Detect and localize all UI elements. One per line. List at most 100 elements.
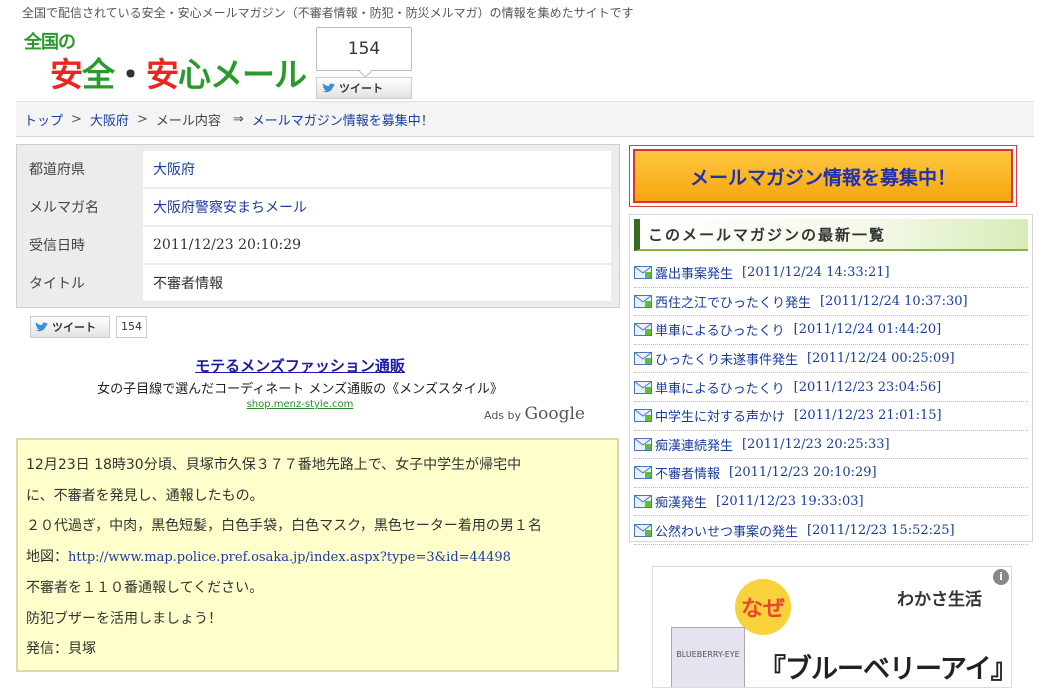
mail-icon	[634, 466, 652, 480]
ads-by-google[interactable]: Ads by Google	[484, 404, 585, 424]
latest-item-title: 中学生に対する声かけ	[655, 410, 786, 426]
magazine-link[interactable]: 大阪府警察安まちメール	[153, 197, 307, 217]
latest-item[interactable]: ひったくり未遂事件発生 [2011/12/24 00:25:09]	[634, 345, 1028, 374]
logo-line2: 安全・安心メール	[50, 55, 307, 94]
latest-item[interactable]: 不審者情報 [2011/12/23 20:10:29]	[634, 459, 1028, 488]
latest-item-title: 痴漢発生	[655, 496, 708, 512]
info-icon[interactable]: i	[993, 569, 1009, 585]
latest-item-date: [2011/12/23 20:10:29]	[729, 465, 877, 481]
latest-item-title: 単車によるひったくり	[655, 381, 785, 397]
tweet-button[interactable]: ツイート	[316, 77, 412, 99]
latest-item-date: [2011/12/24 14:33:21]	[742, 265, 890, 281]
latest-item-date: [2011/12/24 01:44:20]	[793, 322, 942, 338]
latest-item-title: 痴漢連続発生	[655, 438, 734, 454]
latest-item-date: [2011/12/23 19:33:03]	[716, 494, 864, 510]
product-package: BLUEBERRY-EYE	[671, 627, 745, 687]
mail-icon	[634, 380, 652, 394]
breadcrumb-osaka[interactable]: 大阪府	[90, 110, 129, 129]
latest-item-title: 公然わいせつ事案の発生	[655, 524, 799, 540]
breadcrumb-recruit-link[interactable]: メールマガジン情報を募集中！	[252, 110, 434, 129]
info-row-prefecture: 都道府県 大阪府	[25, 151, 611, 187]
latest-item-date: [2011/12/23 23:04:56]	[793, 379, 942, 395]
breadcrumb-current: メール内容	[155, 113, 221, 129]
latest-item[interactable]: 西住之江でひったくり発生 [2011/12/24 10:37:30]	[634, 288, 1028, 317]
latest-item-date: [2011/12/24 10:37:30]	[820, 293, 968, 309]
site-tagline: 全国で配信されている安全・安心メールマガジン（不審者情報・防犯・防災メルマガ）の…	[22, 6, 634, 20]
ad-description: 女の子目線で選んだコーディネート メンズ通販の《メンズスタイル》	[97, 382, 503, 397]
message-line: ２０代過ぎ，中肉，黒色短髪，白色手袋，白色マスク，黒色セーター着用の男１名	[26, 518, 542, 534]
tweet-count: 154	[116, 316, 147, 338]
mail-icon	[634, 437, 652, 451]
info-row-title: タイトル 不審者情報	[25, 265, 611, 301]
mail-icon	[634, 266, 652, 280]
message-line: 不審者を１１０番通報してください。	[26, 580, 264, 596]
info-label: メルマガ名	[29, 200, 99, 216]
twitter-bird-icon	[35, 322, 48, 332]
breadcrumb-separator: >	[136, 111, 148, 127]
message-line: に、不審者を発見し、通報したもの。	[26, 487, 264, 504]
ad-title-link[interactable]: モテるメンズファッション通販	[80, 355, 520, 376]
ad-brand: わかさ生活	[897, 590, 982, 610]
latest-item-date: [2011/12/23 20:25:33]	[742, 436, 890, 452]
ad-url-link[interactable]: shop.menz-style.com	[80, 399, 520, 410]
info-label: 受信日時	[29, 238, 85, 254]
message-map-line: 地図：http://www.map.police.pref.osaka.jp/i…	[26, 542, 609, 574]
latest-item-date: [2011/12/24 00:25:09]	[807, 351, 955, 367]
latest-item-title: 単車によるひったくり	[655, 324, 785, 340]
recruit-banner: メールマガジン情報を募集中！	[629, 145, 1017, 207]
info-label: タイトル	[29, 276, 85, 292]
ads-by-label: Ads by	[484, 409, 522, 422]
text-ad: モテるメンズファッション通販 女の子目線で選んだコーディネート メンズ通販の《メ…	[80, 355, 520, 410]
latest-item-title: ひったくり未遂事件発生	[655, 353, 799, 369]
latest-list: 露出事案発生 [2011/12/24 14:33:21] 西住之江でひったくり発生…	[630, 259, 1032, 545]
latest-mail-panel: このメールマガジンの最新一覧 露出事案発生 [2011/12/24 14:33:2…	[629, 214, 1033, 545]
mail-icon	[634, 495, 652, 509]
breadcrumb-separator: >	[71, 111, 82, 127]
latest-item-date: [2011/12/23 15:52:25]	[807, 522, 955, 538]
arrow-icon: ⇒	[232, 111, 244, 127]
info-value: 大阪府警察安まちメール	[143, 189, 611, 225]
latest-item-date: [2011/12/23 21:01:15]	[794, 408, 942, 424]
mail-icon	[634, 523, 652, 537]
message-body: 12月23日 18時30分頃、貝塚市久保３７７番地先路上で、女子中学生が帰宅中 …	[16, 438, 619, 672]
message-line: 防犯ブザーを活用しましょう！	[26, 610, 222, 627]
site-logo[interactable]: 全国の 安全・安心メール	[22, 28, 312, 94]
mail-icon	[634, 409, 652, 423]
info-row-date: 受信日時 2011/12/23 20:10:29	[25, 227, 611, 263]
breadcrumb-top[interactable]: トップ	[24, 110, 63, 129]
latest-item[interactable]: 中学生に対する声かけ [2011/12/23 21:01:15]	[634, 402, 1028, 431]
mail-icon	[634, 294, 652, 308]
info-row-magazine: メルマガ名 大阪府警察安まちメール	[25, 189, 611, 225]
recruit-button[interactable]: メールマガジン情報を募集中！	[633, 149, 1013, 203]
latest-item[interactable]: 露出事案発生 [2011/12/24 14:33:21]	[634, 259, 1028, 288]
latest-item[interactable]: 痴漢連続発生 [2011/12/23 20:25:33]	[634, 431, 1028, 460]
latest-item[interactable]: 単車によるひったくり [2011/12/24 01:44:20]	[634, 316, 1028, 345]
map-url-link[interactable]: http://www.map.police.pref.osaka.jp/inde…	[68, 550, 511, 565]
mail-icon	[634, 352, 652, 366]
google-logo: Google	[524, 404, 585, 424]
latest-heading: このメールマガジンの最新一覧	[634, 219, 1028, 251]
prefecture-link[interactable]: 大阪府	[153, 159, 195, 179]
latest-item-title: 不審者情報	[655, 467, 721, 483]
tweet-label: ツイート	[52, 321, 96, 334]
latest-item[interactable]: 痴漢発生 [2011/12/23 19:33:03]	[634, 488, 1028, 517]
mail-title: 不審者情報	[143, 265, 611, 301]
latest-item-title: 西住之江でひったくり発生	[655, 295, 812, 311]
latest-item[interactable]: 公然わいせつ事案の発生 [2011/12/23 15:52:25]	[634, 516, 1028, 545]
mail-icon	[634, 323, 652, 337]
ad-headline: 『ブルーベリーアイ』は	[759, 654, 1011, 685]
tweet-widget: ツイート 154	[30, 316, 147, 338]
image-ad-banner[interactable]: i なぜ わかさ生活 BLUEBERRY-EYE 『ブルーベリーアイ』は	[652, 566, 1012, 688]
tweet-count-bubble: 154	[316, 27, 412, 71]
received-date: 2011/12/23 20:10:29	[143, 227, 611, 263]
breadcrumb: トップ > 大阪府 > メール内容 ⇒ メールマガジン情報を募集中！	[16, 101, 1034, 137]
latest-item[interactable]: 単車によるひったくり [2011/12/23 23:04:56]	[634, 373, 1028, 402]
message-line: 12月23日 18時30分頃、貝塚市久保３７７番地先路上で、女子中学生が帰宅中	[26, 457, 522, 473]
twitter-bird-icon	[322, 83, 335, 93]
tweet-button-small[interactable]: ツイート	[30, 316, 110, 338]
tweet-label: ツイート	[339, 82, 383, 95]
info-label: 都道府県	[29, 162, 85, 178]
mail-info-panel: 都道府県 大阪府 メルマガ名 大阪府警察安まちメール 受信日時 2011/12/…	[16, 144, 620, 308]
message-sender: 発信：貝塚	[26, 641, 96, 657]
info-value: 大阪府	[143, 151, 611, 187]
